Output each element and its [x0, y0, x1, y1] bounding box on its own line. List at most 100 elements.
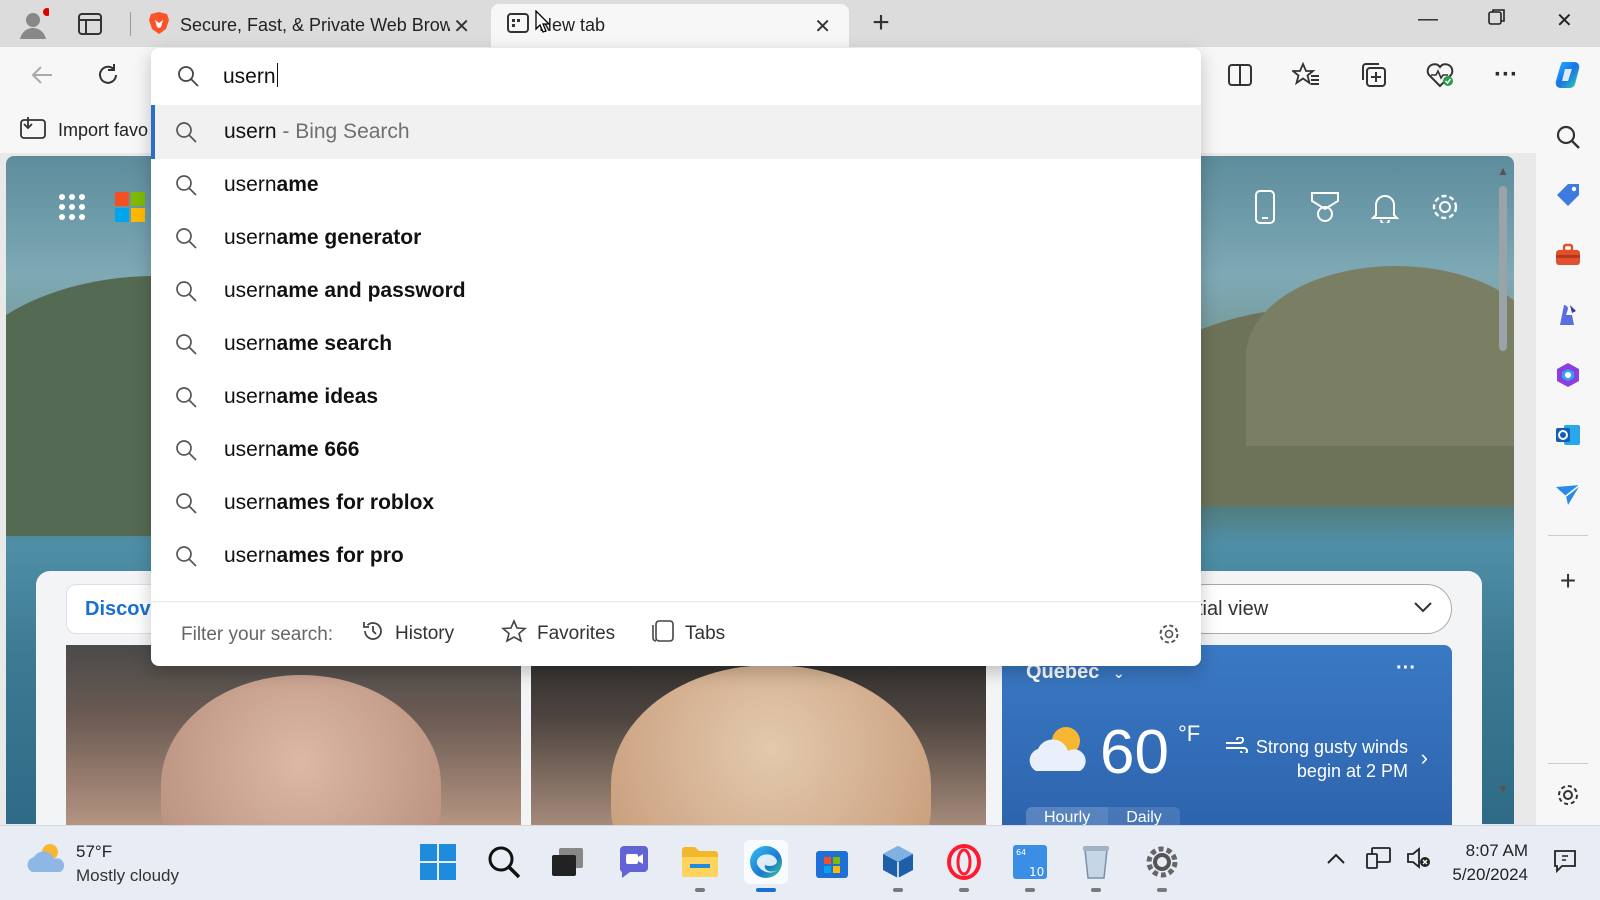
edge-sidebar: +: [1536, 103, 1600, 825]
suggestion-item[interactable]: username ideas: [151, 370, 1201, 424]
tab-hourly[interactable]: Hourly: [1026, 807, 1109, 827]
filter-history-button[interactable]: History: [361, 619, 454, 649]
search-settings-icon[interactable]: [1157, 622, 1181, 652]
close-window-icon[interactable]: ✕: [1556, 8, 1573, 33]
microsoft-store-icon[interactable]: [810, 840, 854, 884]
tabs-icon: [651, 619, 675, 649]
suggestion-item[interactable]: usernames for pro: [151, 529, 1201, 583]
suggestion-item[interactable]: usernames for roblox: [151, 476, 1201, 530]
suggestion-item[interactable]: usern - Bing Search: [151, 105, 1201, 159]
microsoft-365-icon[interactable]: [1552, 359, 1584, 391]
sidebar-settings-icon[interactable]: [1552, 779, 1584, 811]
browser-essentials-icon[interactable]: [1424, 59, 1456, 91]
notifications-bell-icon[interactable]: [1368, 190, 1402, 224]
copilot-icon[interactable]: [1552, 59, 1584, 91]
task-view-icon[interactable]: [546, 840, 590, 884]
suggestion-item[interactable]: username generator: [151, 211, 1201, 265]
shopping-tag-icon[interactable]: [1552, 179, 1584, 211]
svg-text:64: 64: [1016, 848, 1026, 857]
windows-10-vm-icon[interactable]: 64 10: [1008, 840, 1052, 884]
profile-avatar[interactable]: [16, 7, 50, 41]
tab-actions-icon[interactable]: [76, 10, 104, 38]
start-button-icon[interactable]: [416, 840, 460, 884]
page-settings-icon[interactable]: [1428, 190, 1462, 224]
send-icon[interactable]: [1552, 479, 1584, 511]
running-indicator: [1025, 888, 1035, 892]
microsoft-logo[interactable]: [113, 190, 147, 224]
apps-launcher-icon[interactable]: [55, 190, 89, 224]
settings-gear-icon[interactable]: [1140, 840, 1184, 884]
file-explorer-icon[interactable]: [678, 840, 722, 884]
clock-date: 5/20/2024: [1452, 865, 1528, 884]
chevron-down-icon: ⌄: [1112, 665, 1125, 681]
new-tab-plus-icon[interactable]: +: [866, 6, 896, 39]
news-photo[interactable]: [66, 645, 521, 825]
tab-brave[interactable]: Secure, Fast, & Private Web Brow ✕: [138, 4, 488, 47]
weather-card[interactable]: Québec ⌄ ··· 60 °F Strong gusty winds be…: [1002, 645, 1452, 827]
view-selector-label: tial view: [1197, 598, 1269, 620]
volume-muted-icon[interactable]: [1406, 846, 1432, 875]
suggestion-typed: usern: [224, 438, 277, 461]
address-bar-input[interactable]: usern: [151, 48, 1201, 104]
more-icon[interactable]: ···: [1396, 657, 1416, 680]
refresh-icon[interactable]: [92, 59, 124, 91]
opera-icon[interactable]: [942, 840, 986, 884]
suggestion-typed: usern: [224, 544, 277, 567]
tab-daily[interactable]: Daily: [1108, 807, 1180, 827]
suggestion-completion: ame ideas: [276, 385, 379, 408]
filter-favorites-button[interactable]: Favorites: [500, 618, 615, 649]
back-icon[interactable]: [26, 59, 58, 91]
outlook-icon[interactable]: [1552, 419, 1584, 451]
star-icon: [500, 618, 528, 649]
edge-taskbar-icon[interactable]: [744, 840, 788, 884]
taskbar-search-icon[interactable]: [482, 840, 526, 884]
suggestion-item[interactable]: username: [151, 158, 1201, 212]
view-selector-dropdown[interactable]: tial view: [1180, 584, 1452, 634]
recycle-bin-icon[interactable]: [1074, 840, 1118, 884]
network-icon[interactable]: [1366, 846, 1392, 875]
suggestion-text: username: [224, 173, 319, 197]
notifications-icon[interactable]: [1552, 848, 1578, 879]
chevron-right-icon[interactable]: ›: [1421, 745, 1428, 771]
running-indicator: [959, 888, 969, 892]
suggestion-typed: usern: [224, 173, 277, 196]
games-icon[interactable]: [1552, 299, 1584, 331]
suggestion-item[interactable]: username 666: [151, 423, 1201, 477]
new-tab-page-icon: [507, 12, 529, 39]
page-scrollbar[interactable]: ▲ ▼: [1492, 156, 1514, 824]
collections-icon[interactable]: [1358, 59, 1390, 91]
rewards-trophy-icon[interactable]: [1308, 190, 1342, 224]
suggestion-item[interactable]: username and password: [151, 264, 1201, 318]
teams-chat-icon[interactable]: [612, 840, 656, 884]
import-favorites-button[interactable]: Import favo: [20, 116, 148, 145]
virtualbox-icon[interactable]: [876, 840, 920, 884]
restore-icon[interactable]: [1488, 8, 1506, 32]
taskbar-clock[interactable]: 8:07 AM 5/20/2024: [1452, 839, 1528, 887]
news-photo[interactable]: [531, 645, 986, 825]
search-icon: [175, 227, 197, 255]
suggestion-engine: - Bing Search: [276, 120, 410, 143]
filter-tabs-button[interactable]: Tabs: [651, 619, 725, 649]
minimize-icon[interactable]: —: [1418, 8, 1438, 31]
split-screen-icon[interactable]: [1224, 59, 1256, 91]
active-indicator: [756, 888, 776, 892]
sidebar-search-icon[interactable]: [1552, 121, 1584, 153]
suggestion-item[interactable]: username search: [151, 317, 1201, 371]
taskbar-weather-widget[interactable]: 57°F Mostly cloudy: [26, 842, 179, 886]
show-hidden-icons-chevron[interactable]: [1326, 852, 1346, 870]
weather-alert[interactable]: Strong gusty winds begin at 2 PM: [1256, 735, 1408, 783]
favorites-icon[interactable]: [1290, 59, 1322, 91]
weather-temperature: 60: [1100, 718, 1169, 787]
suggestion-typed: usern: [224, 491, 277, 514]
wind-icon: [1224, 736, 1248, 758]
search-icon: [175, 174, 197, 202]
phone-icon[interactable]: [1248, 190, 1282, 224]
close-tab-icon[interactable]: ✕: [453, 14, 470, 39]
add-sidebar-app-icon[interactable]: +: [1552, 565, 1584, 597]
tools-icon[interactable]: [1552, 239, 1584, 271]
suggestion-typed: usern: [224, 279, 277, 302]
tab-title: Secure, Fast, & Private Web Brow: [180, 15, 450, 35]
close-tab-icon[interactable]: ✕: [814, 14, 831, 39]
running-indicator: [695, 888, 705, 892]
more-options-icon[interactable]: ···: [1490, 59, 1522, 91]
